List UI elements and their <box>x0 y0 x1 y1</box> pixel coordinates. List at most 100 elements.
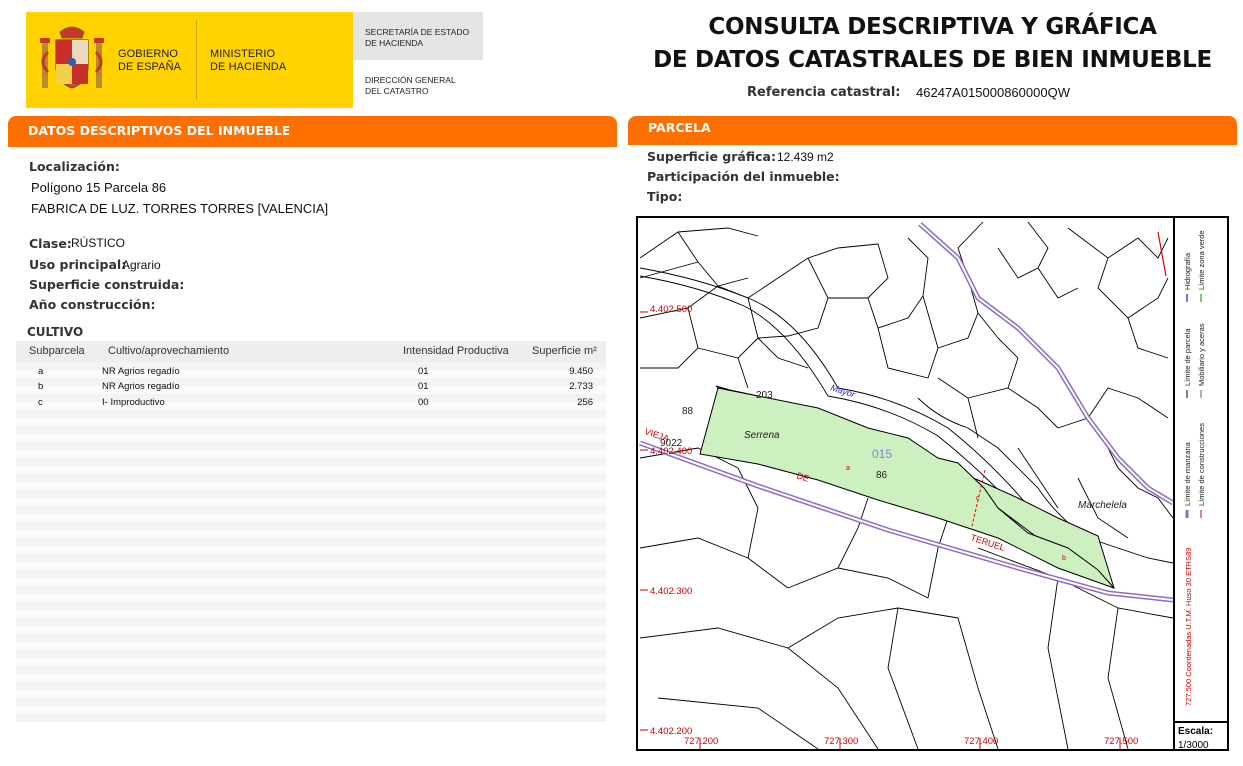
sup-grafica-label: Superficie gráfica: <box>647 149 776 164</box>
table-stripe <box>16 594 606 602</box>
parcel-number: 86 <box>876 470 888 481</box>
road-north <box>918 222 1175 506</box>
table-stripe <box>16 634 606 642</box>
table-row: b NR Agrios regadío 01 2.733 <box>16 381 606 397</box>
table-stripe <box>16 626 606 634</box>
table-stripe <box>16 690 606 698</box>
logo-divider <box>196 20 197 100</box>
red-boundary-marker <box>1157 231 1167 277</box>
x-coord-label: 727.500 <box>1104 736 1138 747</box>
table-stripe <box>16 562 606 570</box>
table-stripe <box>16 546 606 554</box>
page-title-line2: DE DATOS CATASTRALES DE BIEN INMUEBLE <box>653 47 1212 73</box>
table-stripe <box>16 522 606 530</box>
table-stripe <box>16 426 606 434</box>
cell-cultivo: NR Agrios regadío <box>102 366 180 377</box>
cell-subparcela: c <box>38 397 43 408</box>
y-coord-label: 4.402.300 <box>650 586 692 597</box>
coordinate-system-note: 727.500 Coordenadas U.T.M. Huso 30 ETRS8… <box>1184 548 1193 706</box>
localizacion-label: Localización: <box>29 159 120 174</box>
parcel-number: 88 <box>682 406 694 417</box>
section-title-parcela: PARCELA <box>648 120 711 135</box>
cell-intensidad: 01 <box>418 381 429 392</box>
road-north-center <box>919 223 1174 504</box>
cell-superficie: 9.450 <box>569 366 593 377</box>
table-stripe <box>16 514 606 522</box>
ministerio-label: MINISTERIO DE HACIENDA <box>210 48 287 73</box>
table-stripe <box>16 442 606 450</box>
referencia-value: 46247A015000860000QW <box>916 85 1070 100</box>
parcel-number: 9022 <box>660 438 683 449</box>
anio-label: Año construcción: <box>29 297 156 312</box>
scale-separator <box>1173 721 1227 723</box>
table-stripe <box>16 698 606 706</box>
x-coord-label: 727.400 <box>964 736 998 747</box>
cell-subparcela: a <box>38 366 44 377</box>
table-stripe <box>16 666 606 674</box>
table-stripe <box>16 498 606 506</box>
subparcel-letter: b <box>1062 555 1066 562</box>
table-stripe <box>16 418 606 426</box>
table-stripe <box>16 538 606 546</box>
gobierno-label: GOBIERNO DE ESPAÑA <box>118 48 182 73</box>
section-underline <box>8 142 617 147</box>
scale-label: Escala: <box>1178 726 1214 737</box>
table-stripe <box>16 506 606 514</box>
table-stripe <box>16 586 606 594</box>
clase-label: Clase: <box>29 236 72 251</box>
table-stripe <box>16 674 606 682</box>
clase-value: RÚSTICO <box>71 236 125 250</box>
table-stripe <box>16 474 606 482</box>
cell-superficie: 256 <box>577 397 593 408</box>
table-stripe <box>16 658 606 666</box>
cell-intensidad: 01 <box>418 366 429 377</box>
legend-construcciones: Límite de construcciones <box>1197 423 1206 506</box>
section-header-parcela: PARCELA <box>628 116 1237 140</box>
legend-separator <box>1173 218 1175 749</box>
page-title-line1: CONSULTA DESCRIPTIVA Y GRÁFICA <box>708 14 1157 40</box>
place-marchelela: Marchelela <box>1078 500 1127 511</box>
col-superficie: Superficie m² <box>532 345 597 357</box>
cadastral-map[interactable]: 4.402.500 4.402.400 4.402.300 4.402.200 … <box>636 216 1229 751</box>
table-stripe <box>16 650 606 658</box>
subparcel-letter: c <box>976 495 980 502</box>
cell-cultivo: I- Improductivo <box>102 397 165 408</box>
legend-parcela: Límite de parcela <box>1183 328 1192 386</box>
table-header-row <box>16 341 606 362</box>
cell-intensidad: 00 <box>418 397 429 408</box>
scale-value: 1/3000 <box>1178 740 1209 751</box>
table-row: a NR Agrios regadío 01 9.450 <box>16 365 606 381</box>
uso-label: Uso principal: <box>29 257 127 272</box>
col-cultivo: Cultivo/aprovechamiento <box>108 345 230 357</box>
y-coord-label: 4.402.500 <box>650 304 692 315</box>
legend-manzana: Límite de manzana <box>1183 441 1192 506</box>
table-stripe <box>16 434 606 442</box>
x-coord-label: 727.200 <box>684 736 718 747</box>
table-stripe <box>16 642 606 650</box>
table-body: a NR Agrios regadío 01 9.450 b NR Agrios… <box>16 365 606 413</box>
table-stripe <box>16 466 606 474</box>
col-intensidad: Intensidad Productiva <box>403 345 509 357</box>
coat-of-arms-icon <box>40 26 104 89</box>
superficie-label: Superficie construida: <box>29 277 185 292</box>
table-stripe <box>16 682 606 690</box>
subparcel-letter: a <box>846 465 850 472</box>
cell-subparcela: b <box>38 381 44 392</box>
place-serrena: Serrena <box>744 430 780 441</box>
table-stripe <box>16 602 606 610</box>
referencia-label: Referencia catastral: <box>747 85 901 100</box>
section-title-datos: DATOS DESCRIPTIVOS DEL INMUEBLE <box>28 123 291 138</box>
table-stripe <box>16 482 606 490</box>
localizacion-line2: FABRICA DE LUZ. TORRES TORRES [VALENCIA] <box>31 201 329 216</box>
table-stripe <box>16 618 606 626</box>
parcel-number: 203 <box>756 390 773 401</box>
table-stripe <box>16 714 606 722</box>
legend-hidrografia: Hidrografía <box>1183 252 1192 290</box>
cell-cultivo: NR Agrios regadío <box>102 381 180 392</box>
cell-superficie: 2.733 <box>569 381 593 392</box>
secretaria-label: SECRETARÍA DE ESTADO DE HACIENDA <box>365 27 470 48</box>
direccion-label: DIRECCIÓN GENERAL DEL CATASTRO <box>365 75 456 96</box>
sup-grafica-value: 12.439 m2 <box>777 150 834 164</box>
localizacion-line1: Polígono 15 Parcela 86 <box>31 180 167 195</box>
participacion-label: Participación del inmueble: <box>647 169 840 184</box>
